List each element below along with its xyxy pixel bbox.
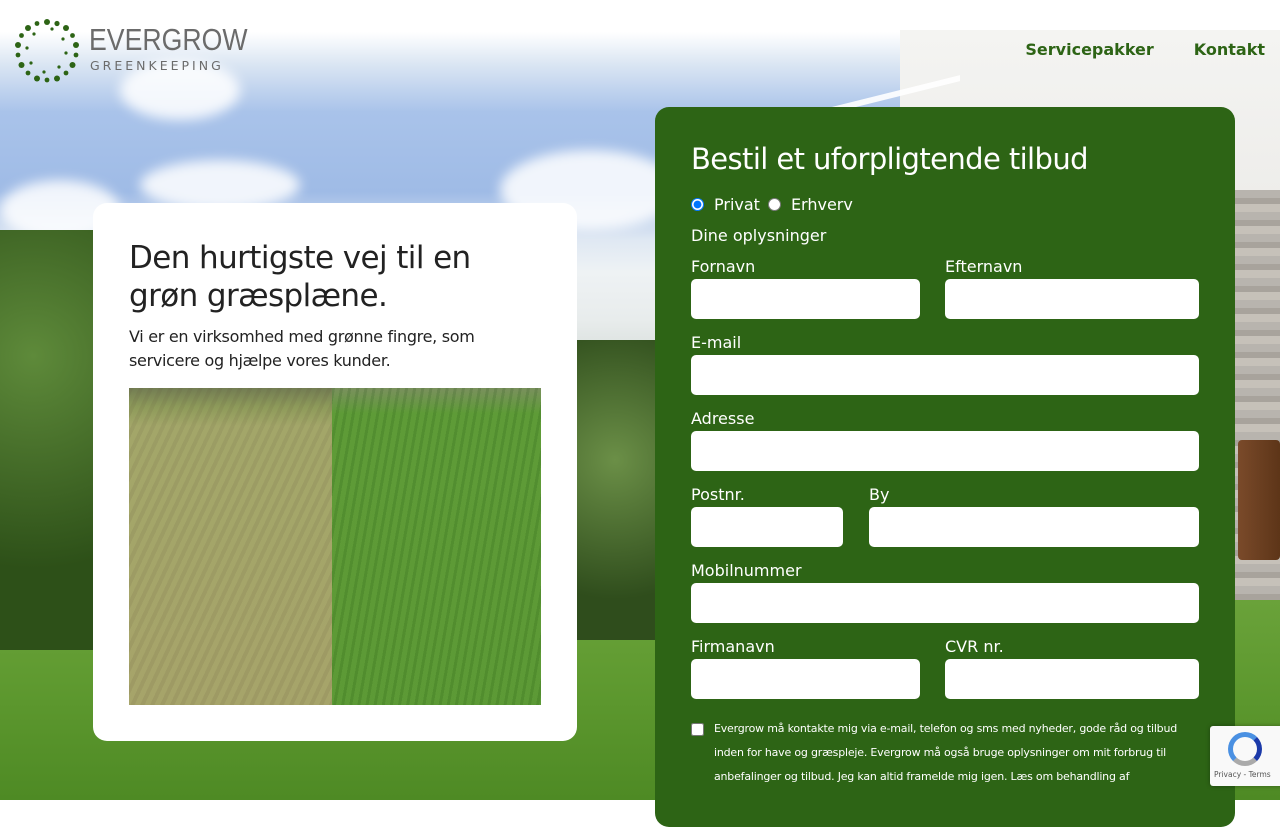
lawn-before-after-image bbox=[129, 388, 541, 705]
logo-ring-icon bbox=[15, 19, 79, 83]
form-title: Bestil et uforpligtende tilbud bbox=[691, 142, 1089, 176]
cvr-label: CVR nr. bbox=[945, 637, 1004, 656]
radio-business[interactable] bbox=[767, 198, 781, 211]
background-stone-wall bbox=[1235, 190, 1280, 650]
hero-text: Vi er en virksomhed med grønne fingre, s… bbox=[129, 327, 475, 370]
recaptcha-links[interactable]: Privacy - Terms bbox=[1214, 770, 1271, 779]
last-name-field: Efternavn bbox=[945, 255, 1199, 319]
email-input[interactable] bbox=[691, 355, 1199, 395]
logo-brand: EVERGROW bbox=[89, 22, 248, 57]
address-input[interactable] bbox=[691, 431, 1199, 471]
customer-type-group: Privat Erhverv bbox=[691, 195, 1199, 214]
consent-checkbox[interactable] bbox=[691, 723, 704, 736]
radio-private-label: Privat bbox=[714, 195, 760, 214]
lawn-after-image bbox=[332, 388, 541, 705]
lawn-before-image bbox=[129, 388, 332, 705]
section-label: Dine oplysninger bbox=[691, 226, 827, 245]
recaptcha-badge[interactable]: Privacy - Terms bbox=[1210, 726, 1280, 786]
city-input[interactable] bbox=[869, 507, 1199, 547]
radio-business-label: Erhverv bbox=[790, 195, 853, 214]
first-name-input[interactable] bbox=[691, 279, 920, 319]
nav-servicepakker[interactable]: Servicepakker bbox=[1025, 40, 1153, 59]
zip-input[interactable] bbox=[691, 507, 843, 547]
recaptcha-icon bbox=[1228, 732, 1262, 766]
info-card: Den hurtigste vej til en grøn græsplæne.… bbox=[93, 203, 577, 741]
city-label: By bbox=[869, 485, 890, 504]
address-field: Adresse bbox=[691, 407, 1199, 471]
zip-field: Postnr. bbox=[691, 483, 843, 547]
radio-private[interactable] bbox=[691, 198, 704, 211]
mobile-field: Mobilnummer bbox=[691, 559, 1199, 623]
background-chair bbox=[1238, 440, 1280, 560]
zip-label: Postnr. bbox=[691, 485, 745, 504]
company-input[interactable] bbox=[691, 659, 920, 699]
first-name-field: Fornavn bbox=[691, 255, 920, 319]
mobile-input[interactable] bbox=[691, 583, 1199, 623]
hero-title: Den hurtigste vej til en grøn græsplæne. bbox=[129, 240, 471, 314]
cvr-field: CVR nr. bbox=[945, 635, 1199, 699]
email-field: E-mail bbox=[691, 331, 1199, 395]
mobile-label: Mobilnummer bbox=[691, 561, 802, 580]
background-shrub bbox=[570, 340, 660, 640]
address-label: Adresse bbox=[691, 409, 755, 428]
last-name-input[interactable] bbox=[945, 279, 1199, 319]
consent-text: Evergrow må kontakte mig via e-mail, tel… bbox=[714, 722, 1178, 783]
first-name-label: Fornavn bbox=[691, 257, 756, 276]
main-nav: Servicepakker Kontakt bbox=[1025, 40, 1265, 59]
last-name-label: Efternavn bbox=[945, 257, 1023, 276]
quote-form: Bestil et uforpligtende tilbud Privat Er… bbox=[655, 107, 1235, 827]
company-field: Firmanavn bbox=[691, 635, 920, 699]
logo-subtitle: GREENKEEPING bbox=[90, 58, 224, 73]
consent-row: Evergrow må kontakte mig via e-mail, tel… bbox=[691, 722, 1199, 789]
company-label: Firmanavn bbox=[691, 637, 775, 656]
logo[interactable]: EVERGROW GREENKEEPING bbox=[14, 18, 247, 86]
cvr-input[interactable] bbox=[945, 659, 1199, 699]
nav-kontakt[interactable]: Kontakt bbox=[1194, 40, 1265, 59]
city-field: By bbox=[869, 483, 1199, 547]
email-label: E-mail bbox=[691, 333, 742, 352]
